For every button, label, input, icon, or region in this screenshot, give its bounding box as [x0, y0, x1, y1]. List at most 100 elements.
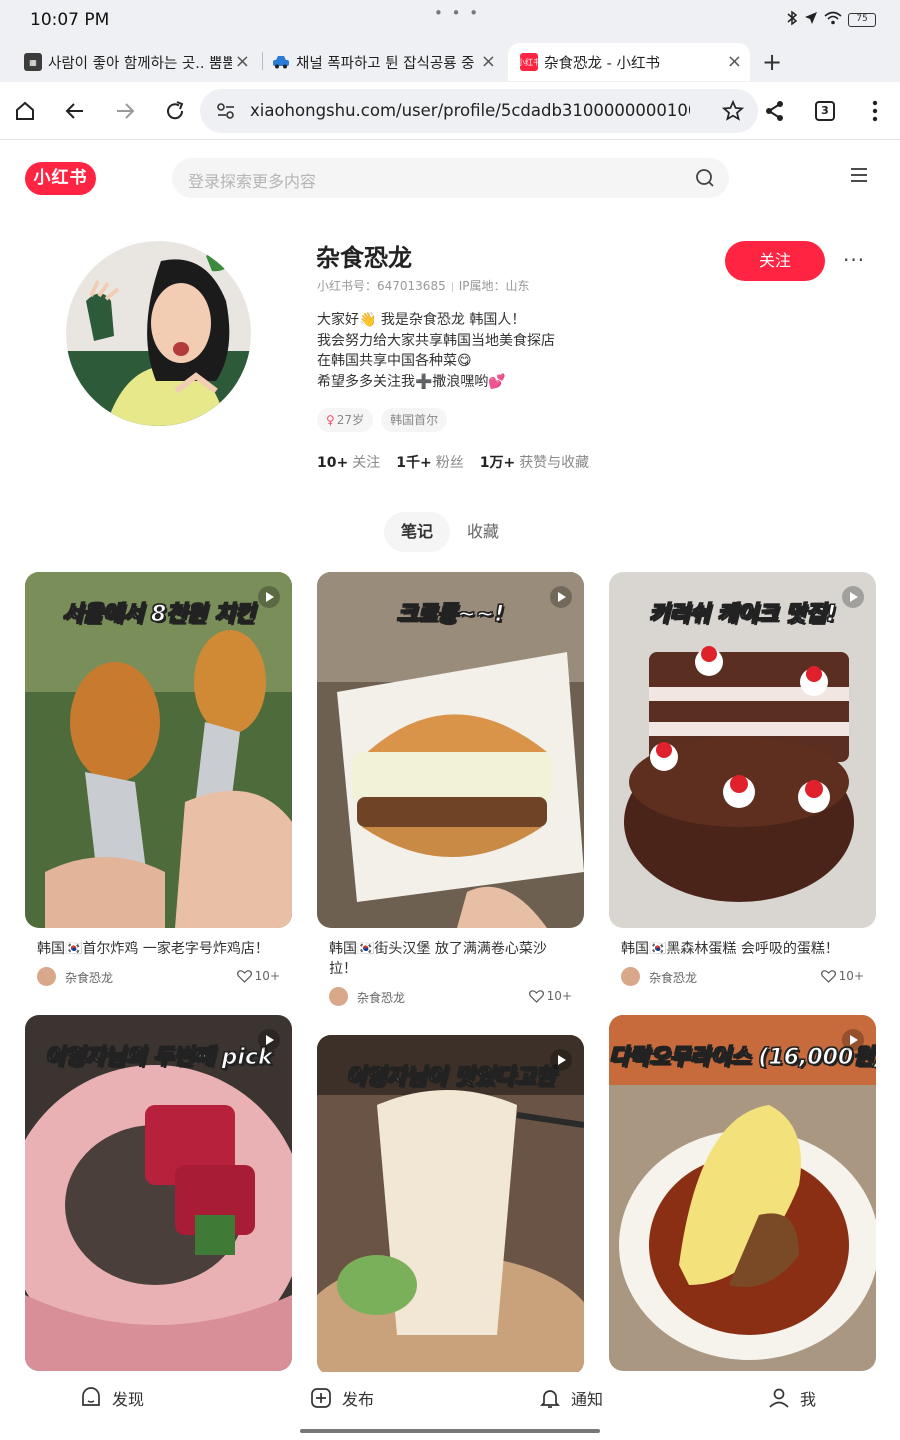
note-card[interactable]: 크르릉~~! 韩国🇰🇷街头汉堡 放了满满卷心菜沙拉！ 杂食恐龙 10+ [317, 572, 584, 1007]
author-avatar[interactable] [37, 967, 56, 986]
more-options-icon[interactable]: ··· [843, 248, 865, 272]
tab-notes[interactable]: 笔记 [384, 512, 450, 552]
tab-title: 사람이 좋아 함께하는 곳.. 뿜뿜 - 씨네 [48, 55, 232, 72]
bio-line: 我会努力给大家共享韩国当地美食探店 [317, 332, 555, 349]
share-icon [766, 101, 783, 121]
close-tab-icon[interactable]: × [727, 51, 742, 72]
like-button[interactable]: 10+ [528, 989, 572, 1003]
author-avatar[interactable] [329, 987, 348, 1006]
share-button[interactable] [760, 96, 790, 126]
search-placeholder: 登录探索更多内容 [188, 172, 317, 191]
note-cover-image[interactable]: 다락오무라이스 (16,000원) [609, 1015, 876, 1371]
wifi-icon [824, 11, 842, 29]
note-footer: 杂食恐龙 10+ [609, 965, 876, 987]
site-header: 小红书 登录探索更多内容 [0, 141, 900, 215]
note-card[interactable]: 이영자님의 두번째 pick [25, 1015, 292, 1371]
tab-collections[interactable]: 收藏 [458, 512, 508, 552]
note-cover-image[interactable]: 키리쉬 케이크 맛집! [609, 572, 876, 928]
author-avatar[interactable] [621, 967, 640, 986]
xiaohongshu-logo[interactable]: 小红书 [25, 162, 96, 195]
browser-toolbar: xiaohongshu.com/user/profile/5cdadb31000… [0, 82, 900, 140]
profile-name: 杂食恐龙 [316, 244, 412, 272]
profile-stats: 10+ 关注 1千+ 粉丝 1万+ 获赞与收藏 [317, 452, 589, 472]
window-dots-icon[interactable]: • • • [434, 4, 480, 22]
note-cover-image[interactable]: 이영자님의 두번째 pick [25, 1015, 292, 1371]
author-name[interactable]: 杂食恐龙 [65, 969, 113, 986]
note-title[interactable]: 韩国🇰🇷黑森林蛋糕 会呼吸的蛋糕！ [609, 939, 876, 959]
forward-button[interactable] [110, 96, 140, 126]
note-footer: 杂食恐龙 10+ [25, 965, 292, 987]
home-button[interactable] [10, 96, 40, 126]
forward-arrow-icon [117, 103, 135, 119]
hamburger-menu-icon[interactable] [850, 167, 868, 187]
nav-me[interactable]: 我 [768, 1386, 816, 1410]
follow-button[interactable]: 关注 [725, 241, 825, 281]
author-name[interactable]: 杂食恐龙 [357, 989, 405, 1006]
bio-line: 在韩国共享中国各种菜😋 [317, 353, 472, 369]
bluetooth-icon [786, 10, 798, 30]
age-tag: ♀ 27岁 [317, 408, 374, 432]
status-bar: 10:07 PM • • • 75 [0, 0, 900, 40]
video-play-icon [258, 1029, 280, 1051]
home-icon [16, 101, 34, 120]
tab-count: 3 [815, 101, 835, 121]
heart-icon [236, 969, 252, 983]
theater-favicon-icon: ▦ [24, 53, 42, 71]
stat-following[interactable]: 10+ 关注 [317, 452, 380, 472]
bookmark-star-icon[interactable] [721, 99, 745, 126]
note-title[interactable]: 韩国🇰🇷首尔炸鸡 一家老字号炸鸡店！ [25, 939, 292, 959]
nav-publish[interactable]: 发布 [310, 1386, 374, 1410]
stat-likes: 1万+ 获赞与收藏 [479, 455, 590, 471]
site-settings-icon[interactable] [216, 102, 236, 124]
profile-avatar [66, 241, 251, 426]
note-cover-image[interactable]: 이영자님이 맛있다고한 [317, 1035, 584, 1375]
like-button[interactable]: 10+ [820, 969, 864, 983]
tab-title: 채널 폭파하고 튄 잡식공룡 중국 [296, 55, 474, 72]
like-button[interactable]: 10+ [236, 969, 280, 983]
tab-switcher-button[interactable]: 3 [810, 96, 840, 126]
cover-caption: 크르릉~~! [396, 602, 505, 628]
browser-tab-2[interactable]: 채널 폭파하고 튄 잡식공룡 중국 × [272, 43, 500, 81]
close-tab-icon[interactable]: × [481, 51, 496, 72]
note-card[interactable]: 이영자님이 맛있다고한 [317, 1035, 584, 1375]
location-icon [804, 11, 818, 29]
user-icon [769, 1388, 789, 1408]
back-button[interactable] [60, 96, 90, 126]
profile-bio: 大家好👋 我是杂食恐龙 韩国人！ 我会努力给大家共享韩国当地美食探店 在韩国共享… [317, 310, 555, 392]
cover-caption: 이영자님이 맛있다고한 [345, 1065, 556, 1091]
stat-followers[interactable]: 1千+ 粉丝 [396, 452, 463, 472]
search-icon[interactable] [695, 168, 715, 192]
url-text: xiaohongshu.com/user/profile/5cdadb31000… [250, 101, 690, 120]
battery-icon: 75 [848, 13, 876, 27]
close-tab-icon[interactable]: × [235, 51, 250, 72]
video-play-icon [550, 1049, 572, 1071]
bell-icon [539, 1390, 561, 1408]
nav-discover[interactable]: 发现 [80, 1386, 144, 1410]
like-count: 10+ [838, 969, 864, 983]
browser-tab-1[interactable]: ▦ 사람이 좋아 함께하는 곳.. 뿜뿜 - 씨네 × [24, 43, 254, 81]
reload-icon [167, 101, 184, 120]
bio-line: 希望多多关注我➕撒浪嘿哟💕 [317, 373, 506, 390]
note-card[interactable]: 키리쉬 케이크 맛집! 韩国🇰🇷黑森林蛋糕 会呼吸的蛋糕！ 杂食恐龙 10+ [609, 572, 876, 987]
kebab-menu-icon [872, 100, 878, 122]
note-title[interactable]: 韩国🇰🇷街头汉堡 放了满满卷心菜沙拉！ [317, 939, 584, 979]
home-indicator[interactable] [300, 1429, 600, 1433]
note-card[interactable]: 서울에서 8천원 치킨 韩国🇰🇷首尔炸鸡 一家老字号炸鸡店！ 杂食恐龙 10+ [25, 572, 292, 987]
browser-menu-button[interactable] [860, 96, 890, 126]
note-cover-image[interactable]: 서울에서 8천원 치킨 [25, 572, 292, 928]
search-input[interactable]: 登录探索更多内容 [172, 158, 729, 198]
cover-caption: 서울에서 8천원 치킨 [62, 602, 256, 628]
page-root: 10:07 PM • • • 75 ▦ 사람이 좋아 함께하는 곳.. 뿜뿜 -… [0, 0, 900, 1440]
reload-button[interactable] [160, 96, 190, 126]
address-bar[interactable]: xiaohongshu.com/user/profile/5cdadb31000… [200, 89, 758, 133]
note-footer: 杂食恐龙 10+ [317, 985, 584, 1007]
new-tab-button[interactable]: + [762, 48, 782, 76]
author-name[interactable]: 杂食恐龙 [649, 969, 697, 986]
note-cover-image[interactable]: 크르릉~~! [317, 572, 584, 928]
note-card[interactable]: 다락오무라이스 (16,000원) [609, 1015, 876, 1371]
browser-tab-active[interactable]: 小红书 杂食恐龙 - 小红书 × [508, 43, 750, 81]
xiaohongshu-favicon-icon: 小红书 [517, 53, 541, 71]
heart-icon [528, 989, 544, 1003]
nav-notify[interactable]: 通知 [539, 1386, 603, 1410]
cover-caption: 키리쉬 케이크 맛집! [648, 602, 837, 628]
